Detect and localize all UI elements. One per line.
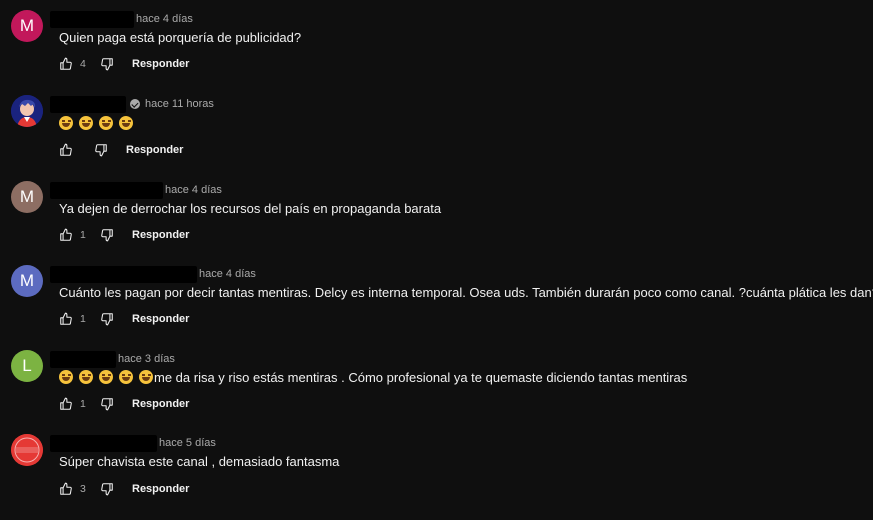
comment-actions: 1 Responder: [59, 310, 189, 328]
anime-profile-picture-icon[interactable]: [11, 95, 43, 127]
comment: L hace 3 días me da risa y riso estás me…: [0, 350, 873, 436]
avatar[interactable]: M: [11, 265, 43, 297]
comment-time[interactable]: hace 4 días: [199, 268, 256, 280]
laughing-emoji-icon: [99, 370, 113, 384]
comment: M hace 4 días Cuánto les pagan por decir…: [0, 265, 873, 351]
redacted-author-name: [50, 10, 134, 28]
comment-header: hace 4 días: [50, 265, 256, 283]
comment-actions: 3 Responder: [59, 480, 189, 498]
redacted-author-name: [50, 434, 157, 452]
thumbs-down-icon[interactable]: [100, 482, 114, 496]
comment-header: hace 11 horas: [50, 95, 214, 113]
comment-header: hace 4 días: [50, 181, 222, 199]
laughing-emoji-icon: [99, 116, 113, 130]
like-count: 3: [80, 483, 86, 495]
thumbs-down-icon[interactable]: [100, 397, 114, 411]
like-count: 1: [80, 313, 86, 325]
thumbs-down-icon[interactable]: [94, 143, 108, 157]
comment: M hace 4 días Ya dejen de derrochar los …: [0, 181, 873, 267]
avatar[interactable]: M: [11, 181, 43, 213]
redacted-author-name: [50, 95, 126, 113]
thumbs-up-icon[interactable]: [59, 143, 73, 157]
comment-text: Súper chavista este canal , demasiado fa…: [59, 454, 340, 469]
comment-time[interactable]: hace 3 días: [118, 353, 175, 365]
redacted-author-name: [50, 265, 197, 283]
like-count: 4: [80, 58, 86, 70]
thumbs-up-icon[interactable]: [59, 228, 73, 242]
comment-header: hace 4 días: [50, 10, 193, 28]
comment-time[interactable]: hace 11 horas: [145, 98, 214, 110]
laughing-emoji-icon: [59, 116, 73, 130]
reply-button[interactable]: Responder: [126, 144, 183, 156]
laughing-emoji-icon: [79, 116, 93, 130]
avatar[interactable]: L: [11, 350, 43, 382]
reply-button[interactable]: Responder: [132, 398, 189, 410]
reply-button[interactable]: Responder: [132, 483, 189, 495]
comment-actions: 4 Responder: [59, 55, 189, 73]
reply-button[interactable]: Responder: [132, 313, 189, 325]
laughing-emoji-icon: [139, 370, 153, 384]
redacted-author-name: [50, 350, 116, 368]
reply-button[interactable]: Responder: [132, 58, 189, 70]
comment-time[interactable]: hace 5 días: [159, 437, 216, 449]
verified-badge-icon: [130, 99, 140, 109]
comment-header: hace 3 días: [50, 350, 175, 368]
comment: hace 11 horas Responder: [0, 95, 873, 181]
like-count: 1: [80, 398, 86, 410]
comment-header: hace 5 días: [50, 434, 216, 452]
thumbs-down-icon[interactable]: [100, 228, 114, 242]
reply-button[interactable]: Responder: [132, 229, 189, 241]
comment-text: me da risa y riso estás mentiras . Cómo …: [59, 369, 687, 387]
thumbs-up-icon[interactable]: [59, 397, 73, 411]
comment-text: Quien paga está porquería de publicidad?: [59, 30, 302, 45]
laughing-emoji-icon: [59, 370, 73, 384]
thumbs-down-icon[interactable]: [100, 312, 114, 326]
like-count: 1: [80, 229, 86, 241]
avatar[interactable]: M: [11, 10, 43, 42]
comment: M hace 4 días Quien paga está porquería …: [0, 10, 873, 96]
thumbs-down-icon[interactable]: [100, 57, 114, 71]
laughing-emoji-icon: [119, 116, 133, 130]
comment-actions: Responder: [59, 141, 183, 159]
redacted-author-name: [50, 181, 163, 199]
comment-time[interactable]: hace 4 días: [136, 13, 193, 25]
comment-time[interactable]: hace 4 días: [165, 184, 222, 196]
comment-actions: 1 Responder: [59, 395, 189, 413]
comment-text: Ya dejen de derrochar los recursos del p…: [59, 201, 442, 216]
comment-text: [59, 115, 139, 133]
red-round-logo-icon[interactable]: [11, 434, 43, 466]
comment-actions: 1 Responder: [59, 226, 189, 244]
laughing-emoji-icon: [119, 370, 133, 384]
comment: hace 5 días Súper chavista este canal , …: [0, 434, 873, 520]
laughing-emoji-icon: [79, 370, 93, 384]
thumbs-up-icon[interactable]: [59, 482, 73, 496]
comment-text: Cuánto les pagan por decir tantas mentir…: [59, 285, 873, 300]
thumbs-up-icon[interactable]: [59, 312, 73, 326]
thumbs-up-icon[interactable]: [59, 57, 73, 71]
